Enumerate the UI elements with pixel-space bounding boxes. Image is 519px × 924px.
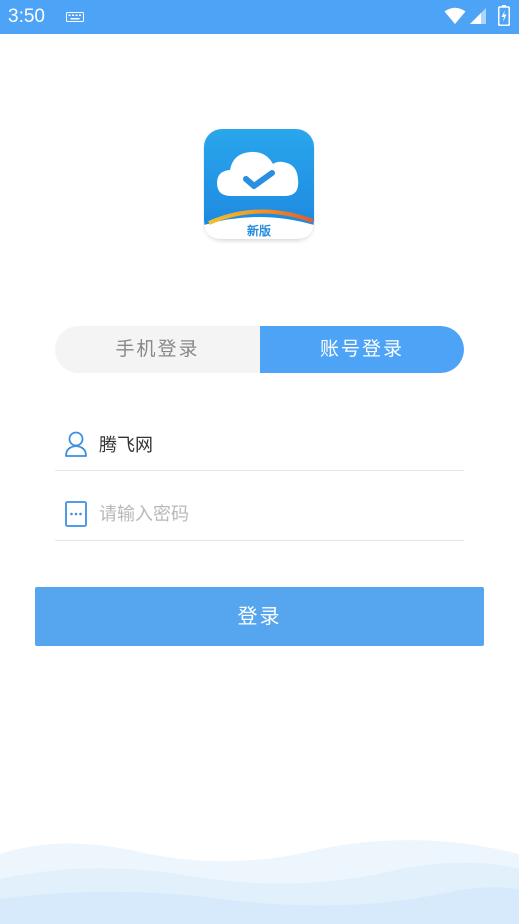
username-field [55,420,464,471]
status-time: 3:50 [8,6,45,27]
battery-icon [498,5,510,26]
wifi-icon [444,7,466,24]
login-button[interactable]: 登录 [35,587,484,646]
keyboard-icon [66,12,84,22]
status-bar: 3:50 [0,0,519,34]
wave-background [0,840,519,924]
tab-phone-login[interactable]: 手机登录 [55,326,260,373]
username-input[interactable] [99,426,449,462]
login-screen: 3:50 新版 手机登录 账号登录 腾飞网 登录 [0,0,519,924]
user-icon [65,431,87,457]
tab-account-login[interactable]: 账号登录 [260,326,464,373]
app-logo: 新版 [204,129,314,239]
logo-badge-text: 新版 [247,223,271,238]
signal-icon [470,8,486,24]
password-input[interactable] [99,496,449,532]
password-field [55,490,464,541]
login-mode-tabs: 手机登录 账号登录 [55,326,464,373]
password-icon [65,501,87,527]
